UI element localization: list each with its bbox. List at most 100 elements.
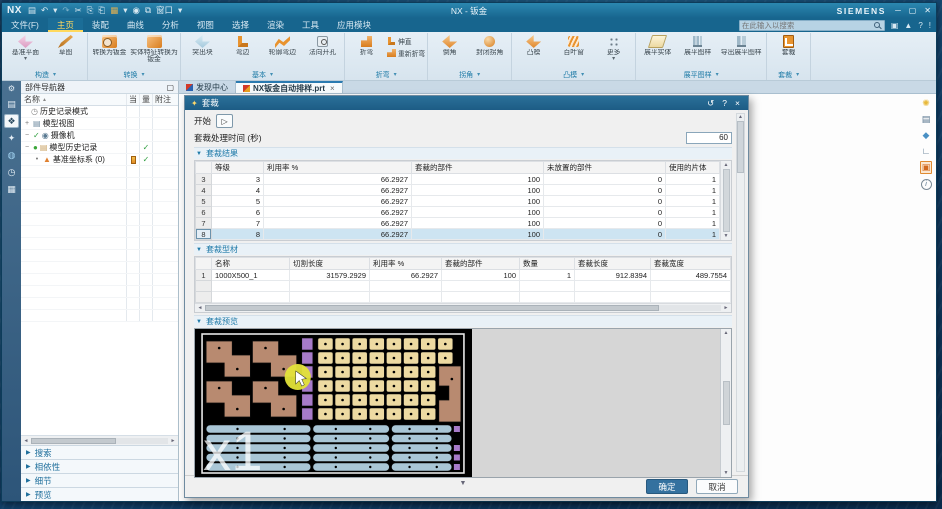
section-results-header[interactable]: ▼ 套裁结果 bbox=[194, 147, 732, 159]
nesting-button[interactable]: 套裁 bbox=[769, 33, 808, 56]
copy-icon[interactable]: ⎘ bbox=[87, 6, 94, 15]
dialog-close-icon[interactable]: × bbox=[733, 98, 742, 108]
navigator-column-header[interactable]: 名称▲ 当 量 附注 bbox=[21, 94, 178, 106]
paste-icon[interactable]: ⎗ bbox=[98, 6, 105, 15]
cut-icon[interactable]: ✂ bbox=[74, 6, 81, 15]
normal-cutout-button[interactable]: 法向开孔 bbox=[303, 33, 342, 56]
navigator-horizontal-scrollbar[interactable]: ◄ ► bbox=[21, 435, 178, 445]
scroll-down-icon[interactable]: ▼ bbox=[724, 470, 729, 476]
nesting-tool-icon[interactable]: ▣ bbox=[920, 161, 933, 174]
bend-button[interactable]: 折弯 bbox=[347, 33, 386, 56]
section-preview[interactable]: ▶预览 bbox=[21, 487, 178, 501]
group-caption[interactable]: 基本▾ bbox=[183, 69, 342, 80]
section-preview-header[interactable]: ▼ 套裁预览 bbox=[194, 315, 732, 327]
table-row[interactable]: 4466.292710001 bbox=[196, 185, 720, 196]
alert-icon[interactable]: ! bbox=[929, 21, 931, 30]
tab-analysis[interactable]: 分析 bbox=[153, 18, 188, 32]
close-tab-icon[interactable]: × bbox=[330, 84, 335, 93]
dialog-reset-icon[interactable]: ↺ bbox=[705, 98, 716, 109]
tree-row-cameras[interactable]: −✓◉摄像机 bbox=[21, 130, 178, 142]
nesting-preview-canvas[interactable]: x1 bbox=[195, 329, 472, 477]
unbend-button[interactable]: 伸直 bbox=[387, 36, 425, 46]
window-menu-caret-icon[interactable]: ▾ bbox=[178, 6, 182, 15]
tab-feature-button[interactable]: 突出块 bbox=[183, 33, 222, 56]
tab-part-document[interactable]: NX钣金自动排样.prt× bbox=[236, 81, 343, 93]
dialog-help-icon[interactable]: ? bbox=[720, 98, 729, 108]
section-details[interactable]: ▶细节 bbox=[21, 473, 178, 487]
scrollbar-thumb[interactable] bbox=[723, 381, 730, 425]
check-icon[interactable]: ✓ bbox=[33, 132, 40, 140]
more-button[interactable]: 更多▾ bbox=[594, 33, 633, 63]
table-row-empty[interactable] bbox=[196, 292, 731, 303]
sketch-button[interactable]: 草图 bbox=[46, 33, 85, 56]
convert-to-sheetmetal-button[interactable]: 转换为钣金 bbox=[90, 33, 129, 56]
scroll-left-icon[interactable]: ◄ bbox=[22, 438, 30, 444]
punch-button[interactable]: 凸模 bbox=[514, 33, 553, 56]
expand-icon[interactable]: + bbox=[23, 120, 31, 127]
history-palette-icon[interactable]: ◷ bbox=[4, 165, 19, 179]
group-caption[interactable]: 转换▾ bbox=[90, 69, 178, 80]
solid-to-sheetmetal-button[interactable]: 实体特征转换为钣金 bbox=[130, 33, 178, 64]
louver-button[interactable]: 百叶窗 bbox=[554, 33, 593, 56]
group-caption[interactable]: 折弯▾ bbox=[347, 69, 425, 80]
help-icon[interactable]: ? bbox=[918, 21, 922, 30]
tree-row-model-history[interactable]: −●▤模型历史记录 ✓ bbox=[21, 142, 178, 154]
fullscreen-icon[interactable]: ▣ bbox=[891, 21, 899, 30]
datum-plane-tool-icon[interactable]: ◆ bbox=[923, 130, 930, 141]
collapse-icon[interactable]: − bbox=[23, 144, 31, 151]
undo-icon[interactable]: ↶ bbox=[41, 6, 48, 15]
resource-bar-options-icon[interactable]: ⚙ bbox=[4, 83, 19, 94]
table-row[interactable]: 1 1000X500_1 31579.2929 66.2927 100 1 91… bbox=[196, 270, 731, 281]
roles-icon[interactable]: ▦ bbox=[4, 182, 19, 196]
tab-tools[interactable]: 工具 bbox=[293, 18, 328, 32]
tab-application[interactable]: 应用模块 bbox=[328, 18, 380, 32]
break-corner-button[interactable]: 倒角 bbox=[430, 33, 469, 56]
layer-settings-icon[interactable]: ▤ bbox=[922, 114, 931, 125]
scrollbar-thumb[interactable] bbox=[31, 438, 116, 444]
redo-icon[interactable]: ↷ bbox=[62, 6, 69, 15]
table-row[interactable]: 3366.292710001 bbox=[196, 174, 720, 185]
flange-button[interactable]: 弯边 bbox=[223, 33, 262, 56]
tab-discovery-center[interactable]: 发现中心 bbox=[179, 81, 236, 93]
dialog-title-bar[interactable]: ✦ 套裁 ↺ ? × bbox=[185, 96, 748, 110]
tab-render[interactable]: 渲染 bbox=[258, 18, 293, 32]
group-caption[interactable]: 展平图样▾ bbox=[638, 69, 764, 80]
switch-window-icon[interactable]: ⧉ bbox=[145, 6, 151, 15]
profiles-table-hscrollbar[interactable]: ◄ ► bbox=[195, 303, 731, 312]
scroll-left-icon[interactable]: ◄ bbox=[196, 305, 204, 311]
undo-caret-icon[interactable]: ▾ bbox=[53, 6, 57, 15]
section-profiles-header[interactable]: ▼ 套裁型材 bbox=[194, 243, 732, 255]
flat-pattern-button[interactable]: 展平图样 bbox=[678, 33, 717, 56]
tab-view[interactable]: 视图 bbox=[188, 18, 223, 32]
minimize-ribbon-icon[interactable]: ▲ bbox=[904, 21, 912, 30]
section-dependencies[interactable]: ▶相依性 bbox=[21, 459, 178, 473]
collapse-icon[interactable]: − bbox=[23, 132, 31, 139]
close-button[interactable]: ✕ bbox=[924, 6, 931, 15]
table-row-selected[interactable]: 8866.292710001 bbox=[196, 229, 720, 240]
group-caption[interactable]: 套裁▾ bbox=[769, 69, 808, 80]
group-caption[interactable]: 构造▾ bbox=[6, 69, 85, 80]
tab-file[interactable]: 文件(F) bbox=[2, 18, 48, 32]
tree-row-history-mode[interactable]: ◷历史记录模式 bbox=[21, 106, 178, 118]
scroll-right-icon[interactable]: ► bbox=[169, 438, 177, 444]
minimize-button[interactable]: ─ bbox=[895, 6, 901, 15]
preview-scrollbar[interactable]: ▲ ▼ bbox=[720, 329, 731, 477]
nesting-preview[interactable]: x1 ▲ ▼ bbox=[194, 328, 732, 478]
scroll-down-icon[interactable]: ▼ bbox=[724, 233, 729, 239]
search-icon[interactable] bbox=[874, 22, 880, 28]
part-navigator-icon[interactable]: ❖ bbox=[4, 114, 19, 128]
group-caption[interactable]: 拐角▾ bbox=[430, 69, 509, 80]
processing-time-input[interactable] bbox=[686, 132, 732, 144]
flat-pattern-tool-icon[interactable]: ∟ bbox=[922, 146, 931, 156]
table-row[interactable]: 7766.292710001 bbox=[196, 218, 720, 229]
window-menu-label[interactable]: 窗口 bbox=[156, 6, 173, 15]
table-row[interactable]: 5566.292710001 bbox=[196, 196, 720, 207]
item-dot-icon[interactable]: • bbox=[33, 156, 41, 163]
scroll-up-icon[interactable]: ▲ bbox=[724, 330, 729, 336]
tab-home[interactable]: 主页 bbox=[48, 18, 83, 32]
group-caption[interactable]: 凸模▾ bbox=[514, 69, 633, 80]
command-prediction-icon[interactable]: ✺ bbox=[922, 98, 930, 109]
tree-row-model-views[interactable]: +▤模型视图 bbox=[21, 118, 178, 130]
export-flat-pattern-button[interactable]: 导出展平图样 bbox=[718, 33, 764, 56]
microphone-icon[interactable]: ◉ bbox=[133, 6, 140, 15]
